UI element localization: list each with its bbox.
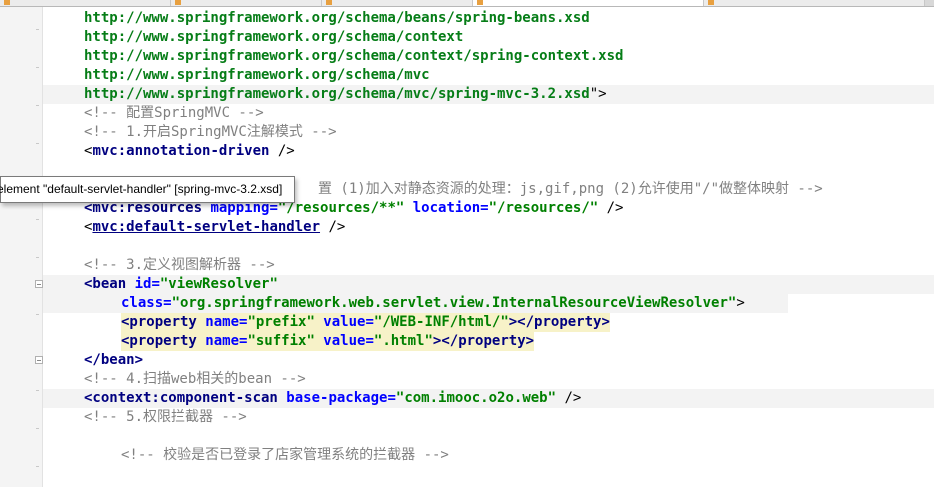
code-line: <property name="suffix" value=".html"></…	[43, 332, 934, 351]
xml-attribute: name=	[196, 314, 248, 330]
gutter-marker	[36, 466, 39, 467]
xml-comment: <!-- 5.权限拦截器 -->	[84, 409, 247, 425]
code-line: <context:component-scan base-package="co…	[43, 389, 934, 408]
xml-comment: <!-- 1.开启SpringMVC注解模式 -->	[84, 124, 337, 140]
xml-attribute: base-package=	[277, 390, 396, 406]
xml-tag: <context:component-scan	[84, 390, 278, 406]
xml-comment: <!-- 3.定义视图解析器 -->	[84, 257, 275, 273]
xml-file-icon	[175, 0, 181, 5]
code-line: http://www.springframework.org/schema/mv…	[43, 66, 934, 85]
xml-attribute: class=	[121, 295, 172, 311]
gutter-marker	[36, 105, 39, 106]
fold-toggle-icon[interactable]	[35, 356, 43, 364]
code-line: http://www.springframework.org/schema/co…	[43, 28, 934, 47]
schema-url: http://www.springframework.org/schema/co…	[84, 48, 624, 64]
code-line: http://www.springframework.org/schema/co…	[43, 47, 934, 66]
xml-value: "/resources/**"	[277, 200, 405, 216]
tooltip-text: element "default-servlet-handler" [sprin…	[0, 182, 283, 196]
xml-value: "prefix"	[247, 314, 315, 330]
tag-close: />	[598, 200, 624, 216]
code-line: http://www.springframework.org/schema/mv…	[43, 85, 934, 104]
xml-comment: <!-- 配置SpringMVC -->	[84, 105, 264, 121]
xml-value: "org.springframework.web.servlet.view.In…	[171, 295, 737, 311]
fold-toggle-icon[interactable]	[35, 280, 43, 288]
xml-attribute: name=	[196, 333, 248, 349]
editor-tab[interactable]	[704, 0, 925, 6]
code-line: http://www.springframework.org/schema/be…	[43, 9, 934, 28]
code-line: <!-- 校验是否已登录了店家管理系统的拦截器 -->	[43, 446, 934, 465]
schema-url: http://www.springframework.org/schema/be…	[84, 10, 590, 26]
editor-tab[interactable]	[171, 0, 322, 6]
gutter-marker	[36, 143, 39, 144]
tag-end: >	[736, 295, 745, 311]
code-editor[interactable]: http://www.springframework.org/schema/be…	[43, 7, 934, 487]
xml-value: "/WEB-INF/html/"	[373, 314, 509, 330]
xml-value: "viewResolver"	[159, 276, 278, 292]
gutter-marker	[36, 219, 39, 220]
xml-tag-hovered[interactable]: mvc:default-servlet-handler	[92, 219, 320, 235]
gutter-marker	[36, 314, 39, 315]
gutter-marker	[36, 257, 39, 258]
xml-value: "com.imooc.o2o.web"	[395, 390, 557, 406]
xml-comment: <!-- 校验是否已登录了店家管理系统的拦截器 -->	[121, 447, 449, 463]
xml-file-icon	[326, 0, 332, 5]
tag-close: />	[556, 390, 582, 406]
gutter-marker	[36, 67, 39, 68]
xml-tag: <property	[121, 333, 197, 349]
xml-attribute: value=	[314, 314, 374, 330]
hover-tooltip: element "default-servlet-handler" [sprin…	[0, 176, 296, 203]
code-line: class="org.springframework.web.servlet.v…	[43, 294, 788, 313]
code-line: <mvc:default-servlet-handler />	[43, 218, 934, 237]
code-line: <!-- 5.权限拦截器 -->	[43, 408, 934, 427]
schema-url: http://www.springframework.org/schema/mv…	[84, 67, 430, 83]
xml-tag: mvc:annotation-driven	[92, 143, 270, 159]
xml-file-icon	[4, 0, 10, 5]
code-line: <bean id="viewResolver"	[43, 275, 934, 294]
xml-value: ".html"	[373, 333, 433, 349]
gutter-marker	[36, 29, 39, 30]
xml-value: "/resources/"	[488, 200, 599, 216]
editor-tab[interactable]	[0, 0, 171, 6]
code-line: <property name="prefix" value="/WEB-INF/…	[43, 313, 934, 332]
line-gutter[interactable]	[0, 7, 43, 487]
xml-comment: 置 (1)加入对静态资源的处理：js,gif,png (2)允许使用"/"做整体…	[318, 181, 823, 197]
xml-attribute: value=	[314, 333, 374, 349]
editor-tab[interactable]	[322, 0, 473, 6]
code-line: <!-- 4.扫描web相关的bean -->	[43, 370, 934, 389]
schema-url: http://www.springframework.org/schema/co…	[84, 29, 464, 45]
code-line: <!-- 1.开启SpringMVC注解模式 -->	[43, 123, 934, 142]
editor-tab-bar	[0, 0, 934, 7]
xml-attribute: id=	[126, 276, 160, 292]
code-line: <!-- 配置SpringMVC -->	[43, 104, 934, 123]
editor-tab-active[interactable]	[473, 0, 704, 6]
code-line: <!-- 3.定义视图解析器 -->	[43, 256, 934, 275]
xml-tag: <property	[121, 314, 197, 330]
tag-end: ">	[589, 86, 607, 102]
xml-tag: ></property>	[508, 314, 610, 330]
gutter-marker	[36, 390, 39, 391]
code-line: <mvc:annotation-driven />	[43, 142, 934, 161]
code-line: </bean>	[43, 351, 934, 370]
xml-comment: <!-- 4.扫描web相关的bean -->	[84, 371, 306, 387]
xml-value: "suffix"	[247, 333, 315, 349]
tag-close: />	[269, 143, 295, 159]
gutter-marker	[36, 428, 39, 429]
xml-file-icon	[708, 0, 714, 5]
xml-tag: </bean>	[84, 352, 144, 368]
schema-url: http://www.springframework.org/schema/mv…	[84, 86, 590, 102]
xml-tag: <bean	[84, 276, 127, 292]
xml-attribute: location=	[404, 200, 489, 216]
xml-tag: ></property>	[432, 333, 535, 349]
tag-close: />	[320, 219, 346, 235]
xml-file-icon	[477, 0, 483, 5]
